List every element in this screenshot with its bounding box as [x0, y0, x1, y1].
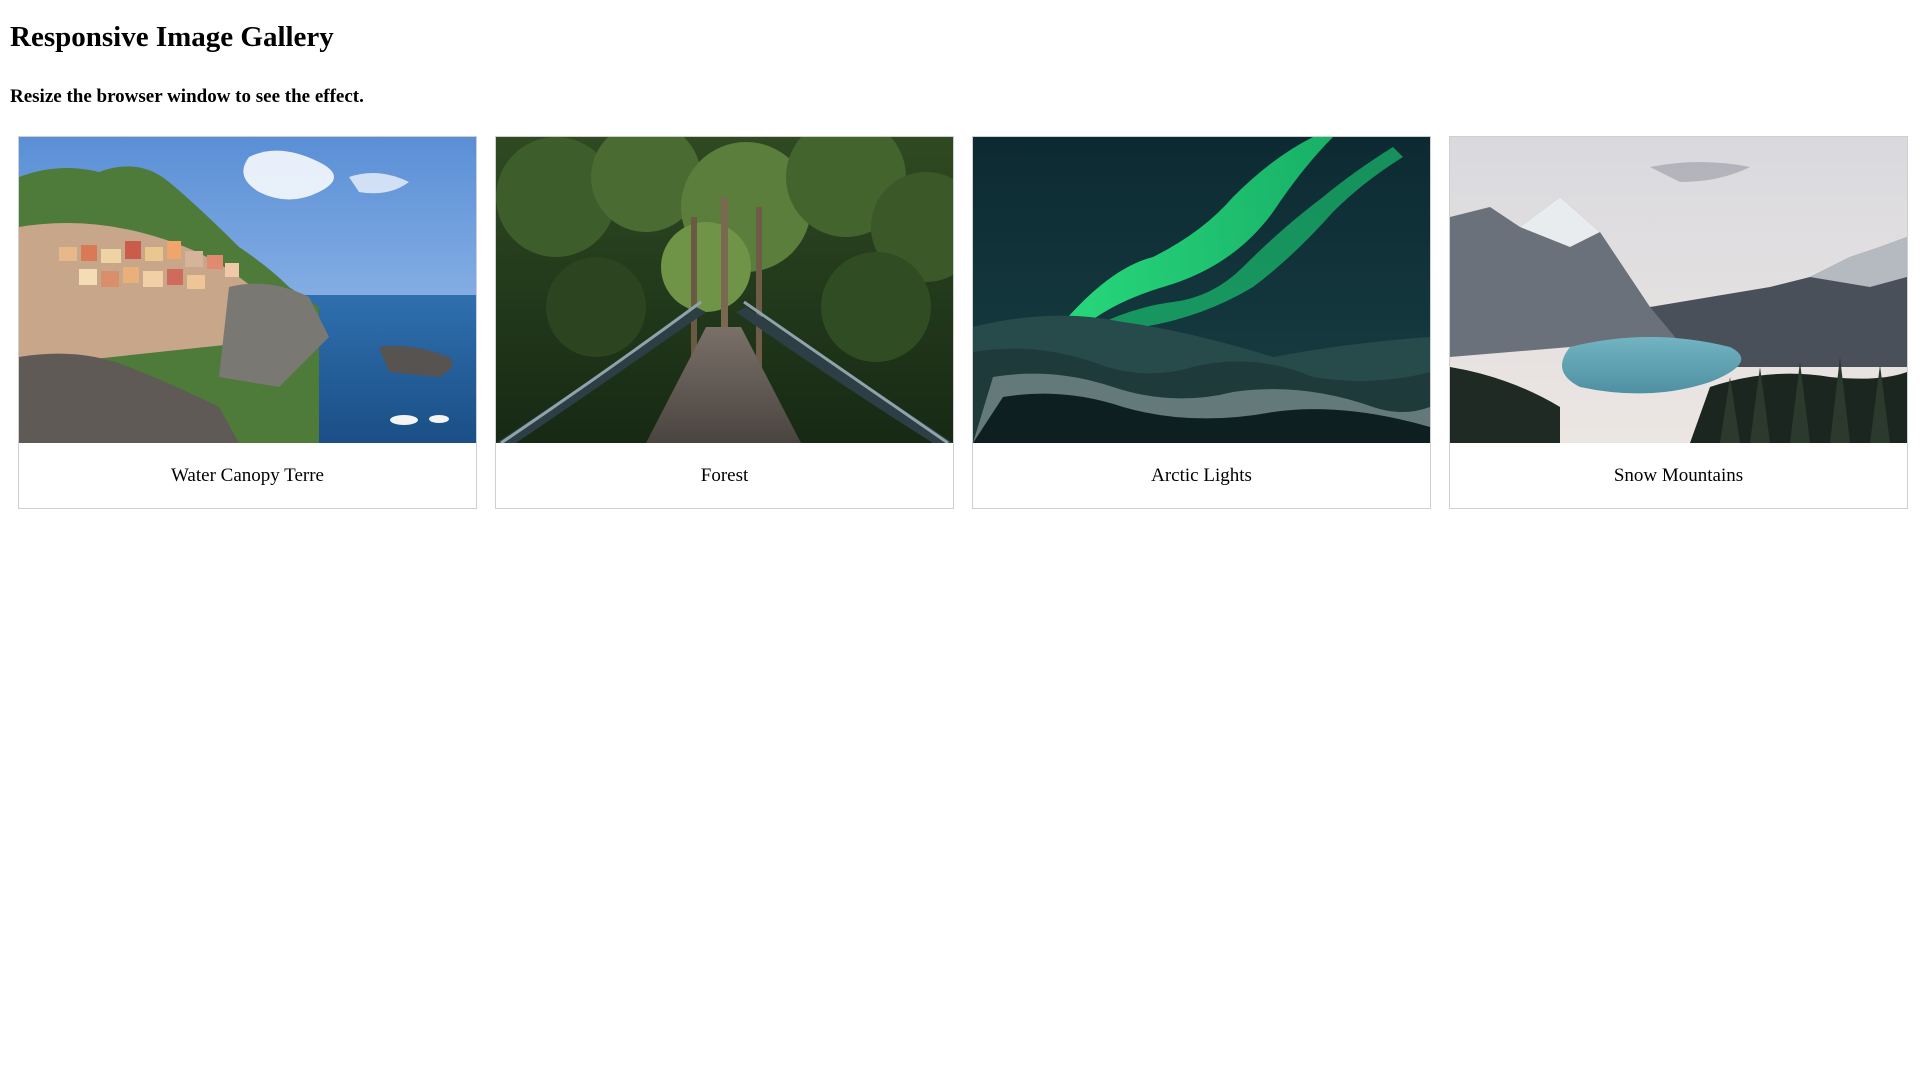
gallery-item: Arctic Lights	[972, 136, 1431, 509]
image-gallery: Water Canopy Terre Forest Arctic Lights …	[18, 136, 1912, 511]
mountain-lake-photo	[1450, 137, 1907, 443]
gallery-image-link[interactable]	[973, 137, 1430, 443]
page-subtitle: Resize the browser window to see the eff…	[10, 86, 364, 107]
gallery-caption: Water Canopy Terre	[171, 465, 324, 486]
coastal-village-cliff-photo	[19, 137, 476, 443]
gallery-image-link[interactable]	[19, 137, 476, 443]
gallery-image-link[interactable]	[1450, 137, 1907, 443]
gallery-image-link[interactable]	[496, 137, 953, 443]
gallery-caption: Arctic Lights	[1151, 465, 1252, 486]
gallery-item: Snow Mountains	[1449, 136, 1908, 509]
page: Responsive Image Gallery Resize the brow…	[0, 0, 1920, 1080]
gallery-caption: Snow Mountains	[1613, 465, 1744, 486]
aurora-mountains-photo	[973, 137, 1430, 443]
gallery-item: Water Canopy Terre	[18, 136, 477, 509]
page-title: Responsive Image Gallery	[10, 21, 334, 53]
gallery-item: Forest	[495, 136, 954, 509]
forest-bridge-photo	[496, 137, 953, 443]
gallery-caption: Forest	[700, 465, 749, 486]
